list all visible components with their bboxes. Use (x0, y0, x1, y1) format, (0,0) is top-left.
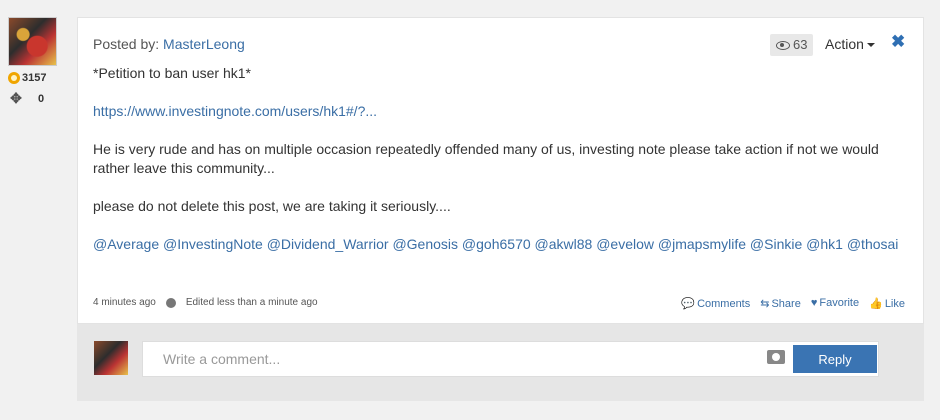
heart-icon: ♥ (810, 297, 818, 309)
mention-link[interactable]: @goh6570 (462, 236, 531, 252)
post-card: Posted by: MasterLeong 63 Action ✖ *Peti… (77, 17, 924, 324)
globe-icon (165, 297, 176, 308)
comment-input[interactable] (143, 342, 793, 376)
mention-link[interactable]: @evelow (596, 236, 654, 252)
mention-link[interactable]: @akwl88 (535, 236, 593, 252)
comment-icon: 💬 (681, 298, 696, 310)
time-ago: 4 minutes ago (93, 297, 156, 308)
badge-icon (8, 72, 20, 84)
avatar[interactable] (94, 341, 128, 375)
thumbs-up-icon: 👍 (869, 298, 883, 310)
action-label: Action (825, 36, 864, 52)
mention-link[interactable]: @Dividend_Warrior (267, 236, 389, 252)
camera-icon[interactable] (767, 350, 785, 364)
like-label: Like (884, 298, 905, 310)
post-paragraph: He is very rude and has on multiple occa… (93, 141, 879, 176)
action-dropdown[interactable]: Action (825, 36, 875, 52)
post-actions: 💬 Comments ⇆ Share ♥ Favorite 👍 Like (681, 297, 905, 310)
comments-button[interactable]: 💬 Comments (681, 297, 750, 310)
like-button[interactable]: 👍 Like (869, 297, 905, 310)
points-stat: 3157 (8, 72, 70, 84)
post-meta: 4 minutes ago Edited less than a minute … (93, 297, 318, 308)
avatar[interactable] (8, 17, 57, 66)
view-count-value: 63 (793, 37, 808, 52)
favorite-button[interactable]: ♥ Favorite (811, 297, 859, 310)
mentions-list: @Average @InvestingNote @Dividend_Warrio… (93, 235, 903, 254)
points-value: 3157 (22, 72, 47, 84)
user-sidebar: 3157 ✥ 0 (8, 17, 70, 107)
mention-link[interactable]: @Average (93, 236, 159, 252)
share-label: Share (771, 298, 801, 310)
comment-box: Reply (142, 341, 879, 377)
posted-by-label: Posted by: (93, 36, 160, 52)
mention-link[interactable]: @Genosis (392, 236, 458, 252)
caret-down-icon (866, 43, 875, 48)
edited-label: Edited less than a minute ago (185, 297, 318, 308)
post-title: *Petition to ban user hk1* (93, 65, 251, 81)
comment-section: Reply (77, 324, 924, 401)
share-button[interactable]: ⇆ Share (760, 297, 801, 310)
mention-link[interactable]: @Sinkie (750, 236, 802, 252)
post-link[interactable]: https://www.investingnote.com/users/hk1#… (93, 103, 377, 119)
author-link[interactable]: MasterLeong (163, 36, 245, 52)
mention-link[interactable]: @jmapsmylife (658, 236, 746, 252)
posted-by: Posted by: MasterLeong (93, 36, 245, 52)
mention-link[interactable]: @hk1 (806, 236, 843, 252)
favorite-label: Favorite (819, 297, 860, 309)
view-count: 63 (770, 34, 814, 56)
post-body: *Petition to ban user hk1* https://www.i… (93, 64, 903, 273)
moves-value: 0 (38, 92, 45, 105)
mention-link[interactable]: @InvestingNote (163, 236, 263, 252)
post-paragraph: please do not delete this post, we are t… (93, 198, 451, 214)
move-icon: ✥ (10, 90, 22, 106)
close-icon[interactable]: ✖ (891, 32, 905, 52)
mention-link[interactable]: @thosai (847, 236, 899, 252)
eye-icon (776, 41, 790, 51)
comments-label: Comments (697, 298, 751, 310)
share-icon: ⇆ (760, 298, 770, 310)
reply-button[interactable]: Reply (793, 345, 877, 373)
moves-stat: ✥ 0 (8, 90, 70, 107)
